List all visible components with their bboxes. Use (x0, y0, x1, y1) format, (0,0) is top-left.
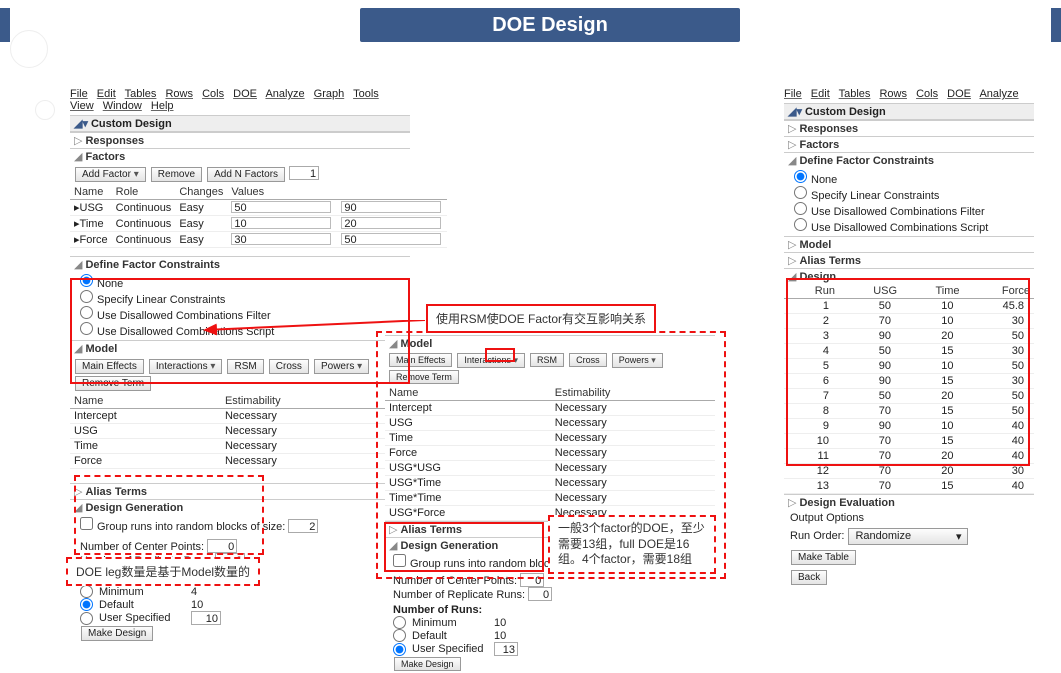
hd-custom-design[interactable]: ◢▾Custom Design (70, 115, 410, 132)
triangle-right-icon: ▷ (788, 139, 796, 151)
triangle-down-icon: ◢ (74, 259, 82, 271)
table-row[interactable]: ForceNecessary (70, 454, 410, 469)
dup-radio-min[interactable]: Minimum10 (393, 616, 707, 629)
menu-tables[interactable]: Tables (125, 88, 157, 100)
note-rsm: 使用RSM使DOE Factor有交互影响关系 (426, 304, 656, 333)
dup-make-design-button[interactable]: Make Design (394, 657, 461, 671)
table-row[interactable]: 13701540 (784, 479, 1034, 494)
back-button[interactable]: Back (791, 570, 827, 585)
dup-radio-default[interactable]: Default10 (393, 629, 707, 642)
menu-view[interactable]: View (70, 100, 94, 112)
banner-bar-right (1051, 8, 1061, 42)
output-options-label: Output Options (790, 512, 1028, 524)
triangle-right-icon: ▷ (74, 135, 82, 147)
r-hd-custom[interactable]: ◢▾Custom Design (784, 103, 1034, 120)
rmenu-file[interactable]: File (784, 88, 802, 100)
run-order-select[interactable]: Randomize▾ (848, 528, 968, 545)
rmenu-doe[interactable]: DOE (947, 88, 971, 100)
left-menubar[interactable]: File Edit Tables Rows Cols DOE Analyze G… (70, 85, 410, 115)
r-sect-constraints[interactable]: ◢Define Factor Constraints (784, 152, 1034, 168)
add-n-factors-button[interactable]: Add N Factors (207, 167, 285, 182)
r-sect-alias[interactable]: ▷Alias Terms (784, 252, 1034, 268)
menu-file[interactable]: File (70, 88, 88, 100)
menu-tools[interactable]: Tools (353, 88, 379, 100)
r-radio-filter[interactable]: Use Disallowed Combinations Filter (794, 202, 1024, 218)
factors-table: NameRoleChangesValues ▸USGContinuousEasy… (70, 185, 447, 248)
menu-cols[interactable]: Cols (202, 88, 224, 100)
highlight-runs (74, 475, 264, 555)
table-row[interactable]: InterceptNecessary (70, 409, 410, 424)
remove-button[interactable]: Remove (151, 167, 202, 182)
triangle-down-icon: ◢▾ (74, 118, 88, 130)
r-sect-responses[interactable]: ▷Responses (784, 120, 1034, 136)
r-radio-script[interactable]: Use Disallowed Combinations Script (794, 218, 1024, 234)
table-row[interactable]: ▸ForceContinuousEasy3050 (70, 232, 447, 248)
highlight-design-table (786, 278, 1030, 466)
highlight-model (70, 278, 410, 384)
menu-graph[interactable]: Graph (314, 88, 345, 100)
rmenu-cols[interactable]: Cols (916, 88, 938, 100)
table-row[interactable]: ▸USGContinuousEasy5090 (70, 200, 447, 216)
rmenu-edit[interactable]: Edit (811, 88, 830, 100)
make-table-button[interactable]: Make Table (791, 550, 856, 565)
table-row[interactable]: USGNecessary (70, 424, 410, 439)
menu-window[interactable]: Window (103, 100, 142, 112)
rmenu-analyze[interactable]: Analyze (979, 88, 1018, 100)
triangle-right-icon: ▷ (788, 123, 796, 135)
sect-constraints[interactable]: ◢Define Factor Constraints (70, 256, 410, 272)
sect-factors[interactable]: ◢Factors (70, 148, 410, 164)
radio-user[interactable]: User Specified10 (80, 611, 400, 625)
r-sect-factors[interactable]: ▷Factors (784, 136, 1034, 152)
triangle-down-icon: ◢ (788, 155, 796, 167)
radio-default[interactable]: Default10 (80, 598, 400, 611)
triangle-right-icon: ▷ (788, 497, 796, 509)
triangle-right-icon: ▷ (788, 255, 796, 267)
banner-bar-left (0, 8, 10, 42)
n-factors-input[interactable]: 1 (289, 166, 319, 180)
add-factor-button[interactable]: Add Factor (75, 167, 146, 182)
r-radio-linear[interactable]: Specify Linear Constraints (794, 186, 1024, 202)
table-row[interactable]: ▸TimeContinuousEasy1020 (70, 216, 447, 232)
triangle-right-icon: ▷ (788, 239, 796, 251)
sect-responses[interactable]: ▷Responses (70, 132, 410, 148)
menu-help[interactable]: Help (151, 100, 174, 112)
table-row[interactable]: TimeNecessary (70, 439, 410, 454)
highlight-dup-runs (384, 522, 544, 572)
radio-min[interactable]: Minimum4 (80, 585, 400, 598)
dup-radio-user[interactable]: User Specified13 (393, 642, 707, 656)
note-factor: 一般3个factor的DOE，至少需要13组，full DOE是16组。4个fa… (548, 515, 716, 574)
r-sect-deval[interactable]: ▷Design Evaluation (784, 494, 1034, 510)
r-radio-none[interactable]: None (794, 170, 1024, 186)
right-menubar[interactable]: File Edit Tables Rows Cols DOE Analyze (784, 85, 1034, 103)
make-design-button[interactable]: Make Design (81, 626, 153, 641)
rmenu-tables[interactable]: Tables (839, 88, 871, 100)
model-table: NameEstimability InterceptNecessary USGN… (70, 394, 410, 469)
rmenu-rows[interactable]: Rows (879, 88, 907, 100)
page-title: DOE Design (360, 8, 740, 42)
menu-analyze[interactable]: Analyze (265, 88, 304, 100)
menu-rows[interactable]: Rows (165, 88, 193, 100)
triangle-down-icon: ◢▾ (788, 106, 802, 118)
note-leg: DOE leg数量是基于Model数量的 (66, 557, 260, 586)
triangle-down-icon: ◢ (74, 151, 82, 163)
r-sect-model[interactable]: ▷Model (784, 236, 1034, 252)
highlight-rsm (485, 348, 515, 362)
menu-doe[interactable]: DOE (233, 88, 257, 100)
menu-edit[interactable]: Edit (97, 88, 116, 100)
